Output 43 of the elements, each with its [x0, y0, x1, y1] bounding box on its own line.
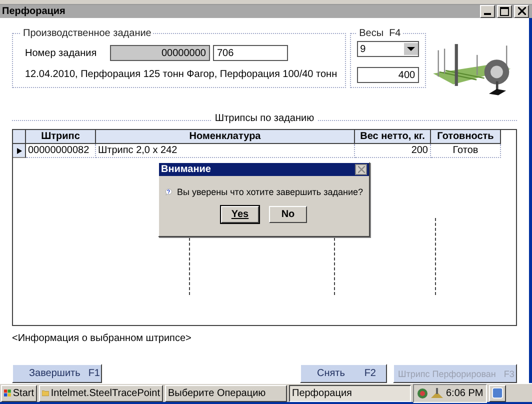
weight-field[interactable]: 400 [357, 67, 420, 83]
volume-icon[interactable] [431, 388, 443, 398]
task-description: 12.04.2010, Перфорация 125 тонн Фагор, Перфорация 100/40 тонн [24, 69, 338, 80]
table-row[interactable]: 00000000082 Штрипс 2,0 x 242 200 Готов [13, 144, 516, 158]
taskbar-button[interactable]: Выберите Операцию [165, 384, 287, 402]
network-icon[interactable] [417, 388, 428, 398]
table-cell: Штрипс 2,0 x 242 [96, 144, 355, 158]
column-header[interactable]: Готовность [431, 130, 501, 144]
table-cell: 200 [355, 144, 431, 158]
table-title: Штрипсы по заданию [212, 113, 318, 125]
taskbar-button[interactable]: Перфорация [289, 384, 411, 402]
column-header[interactable]: Номенклатура [96, 130, 355, 144]
group-title: Производственное задание [22, 28, 152, 39]
table-cell: Готов [431, 144, 501, 158]
desktop-icon [492, 387, 504, 399]
dialog-button[interactable]: No [269, 206, 307, 223]
task-number-label: Номер задания [24, 48, 98, 58]
dialog-message: Вы уверены что хотите завершить задание? [177, 187, 363, 197]
task-number-field[interactable]: 706 [213, 45, 288, 61]
column-header[interactable]: Штрипс [26, 130, 96, 144]
maximize-button[interactable] [497, 4, 512, 18]
task-code-field[interactable]: 00000000 [110, 45, 210, 61]
minimize-button[interactable] [480, 4, 495, 18]
current-row-icon [16, 148, 22, 154]
clock: 6:06 PM [446, 388, 484, 398]
close-icon [518, 7, 526, 16]
action-button[interactable]: Завершить F1 [12, 364, 102, 383]
table-cell: 00000000082 [26, 144, 96, 158]
dialog-title: Внимание [161, 164, 211, 175]
scale-dropdown[interactable]: 9 [357, 41, 420, 57]
dialog-button[interactable]: Yes [221, 206, 259, 223]
folder-icon [42, 388, 49, 398]
close-icon [358, 166, 364, 173]
column-header[interactable]: Вес нетто, кг. [355, 130, 431, 144]
windows-flag-icon [4, 387, 11, 399]
window-title: Перфорация [2, 6, 66, 17]
action-button[interactable]: Снять F2 [300, 364, 387, 383]
show-desktop-button[interactable] [489, 384, 506, 402]
taskbar-button[interactable]: Intelmet.SteelTracePoint [39, 384, 163, 402]
group-title: Весы F4 [358, 28, 402, 39]
maximize-icon [500, 6, 509, 16]
selected-strip-info: <Информация о выбранном штрипсе> [12, 333, 192, 344]
start-button[interactable]: Start [1, 384, 37, 402]
